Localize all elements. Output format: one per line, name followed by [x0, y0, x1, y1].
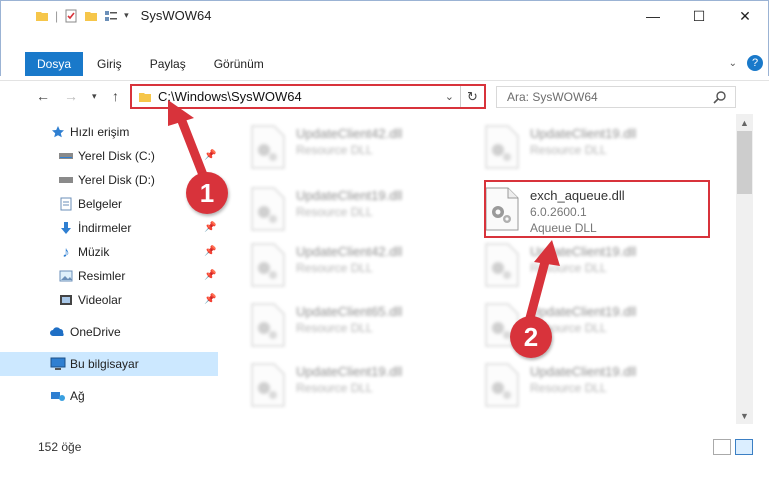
step-1-badge: 1 — [186, 172, 228, 214]
step-2-badge: 2 — [510, 316, 552, 358]
arrow-2 — [525, 240, 560, 323]
arrow-1 — [168, 100, 210, 185]
annotation-arrows — [168, 100, 560, 323]
